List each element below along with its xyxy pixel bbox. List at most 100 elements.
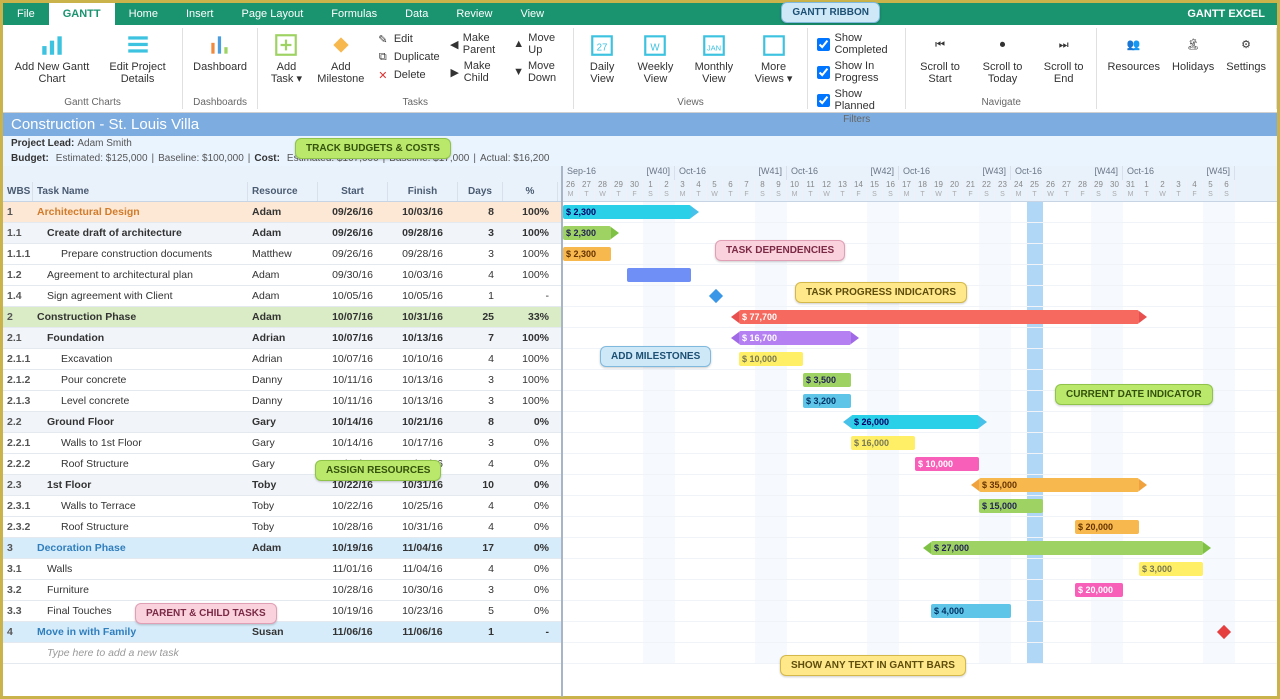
task-row[interactable]: 1Architectural DesignAdam09/26/1610/03/1… — [3, 202, 561, 223]
settings-button[interactable]: ⚙Settings — [1222, 29, 1270, 96]
tab-home[interactable]: Home — [115, 3, 172, 25]
show-completed-checkbox[interactable]: Show Completed — [814, 31, 898, 57]
dashboard-button[interactable]: Dashboard — [189, 29, 251, 96]
milestone-marker[interactable] — [1217, 625, 1231, 639]
task-row[interactable]: 1.2Agreement to architectural planAdam09… — [3, 265, 561, 286]
holidays-button[interactable]: 🏝Holidays — [1168, 29, 1218, 96]
more-views-button[interactable]: More Views ▾ — [746, 29, 802, 96]
task-row[interactable]: 2.2.1Walls to 1st FloorGary10/14/1610/17… — [3, 433, 561, 454]
gantt-bar[interactable] — [627, 268, 691, 282]
gantt-bar[interactable]: $ 16,700 — [739, 331, 851, 345]
add-new-gantt-chart-button[interactable]: Add New Gantt Chart — [9, 29, 95, 96]
callout-deps: TASK DEPENDENCIES — [715, 240, 845, 261]
task-row[interactable]: 2Construction PhaseAdam10/07/1610/31/162… — [3, 307, 561, 328]
tab-file[interactable]: File — [3, 3, 49, 25]
resources-button[interactable]: 👥Resources — [1103, 29, 1164, 96]
outdent-icon: ◀ — [450, 37, 459, 51]
make-parent-button[interactable]: ◀Make Parent — [447, 31, 506, 57]
group-navigate: ⏮Scroll to Start ⏺Scroll to Today ⏭Scrol… — [906, 28, 1098, 109]
today-icon: ⏺ — [987, 31, 1019, 59]
move-up-button[interactable]: ▲Move Up — [510, 31, 566, 57]
brand-label: GANTT EXCEL — [1175, 8, 1277, 20]
task-row[interactable]: 2.3.2Roof StructureToby10/28/1610/31/164… — [3, 517, 561, 538]
task-row[interactable]: 1.1Create draft of architectureAdam09/26… — [3, 223, 561, 244]
edit-project-details-button[interactable]: Edit Project Details — [99, 29, 176, 96]
gantt-bar[interactable]: $ 20,000 — [1075, 583, 1123, 597]
milestone-marker[interactable] — [709, 289, 723, 303]
duplicate-button[interactable]: ⧉Duplicate — [373, 49, 443, 65]
tab-view[interactable]: View — [506, 3, 558, 25]
add-milestone-button[interactable]: Add Milestone — [313, 29, 369, 96]
task-grid[interactable]: WBS Task Name Resource Start Finish Days… — [3, 166, 563, 697]
people-icon: 👥 — [1118, 31, 1150, 59]
tab-pagelayout[interactable]: Page Layout — [227, 3, 317, 25]
gantt-bar[interactable]: $ 27,000 — [931, 541, 1203, 555]
gantt-bar[interactable]: $ 77,700 — [739, 310, 1139, 324]
scroll-to-start-button[interactable]: ⏮Scroll to Start — [912, 29, 968, 96]
calendar-week-icon: W — [639, 31, 671, 59]
task-row[interactable]: 3.1Walls11/01/1611/04/1640% — [3, 559, 561, 580]
gear-icon: ⚙ — [1230, 31, 1262, 59]
gantt-bar[interactable]: $ 16,000 — [851, 436, 915, 450]
gantt-bar[interactable]: $ 3,200 — [803, 394, 851, 408]
monthly-view-button[interactable]: JANMonthly View — [686, 29, 741, 96]
daily-view-button[interactable]: 27Daily View — [580, 29, 625, 96]
svg-text:JAN: JAN — [707, 43, 721, 52]
task-row[interactable]: 4Move in with FamilySusan11/06/1611/06/1… — [3, 622, 561, 643]
gantt-bar[interactable]: $ 35,000 — [979, 478, 1139, 492]
gantt-bar[interactable]: $ 15,000 — [979, 499, 1043, 513]
gantt-bar[interactable]: $ 26,000 — [851, 415, 979, 429]
task-row[interactable]: 2.2.2Roof StructureGary10/18/1610/21/164… — [3, 454, 561, 475]
gantt-bar[interactable]: $ 2,300 — [563, 247, 611, 261]
task-row[interactable]: 3Decoration PhaseAdam10/19/1611/04/16170… — [3, 538, 561, 559]
gantt-bar[interactable]: $ 2,300 — [563, 205, 691, 219]
show-in-progress-checkbox[interactable]: Show In Progress — [814, 59, 898, 85]
gantt-bar[interactable]: $ 10,000 — [739, 352, 803, 366]
move-down-button[interactable]: ▼Move Down — [510, 59, 566, 85]
ribbon: Add New Gantt Chart Edit Project Details… — [3, 25, 1277, 113]
gantt-bar[interactable]: $ 10,000 — [915, 457, 979, 471]
grid-header: WBS Task Name Resource Start Finish Days… — [3, 166, 561, 202]
calendar-month-icon: JAN — [698, 31, 730, 59]
task-row[interactable]: 2.1FoundationAdrian10/07/1610/13/167100% — [3, 328, 561, 349]
delete-button[interactable]: ✕Delete — [373, 67, 443, 83]
add-task-button[interactable]: Add Task ▾ — [264, 29, 309, 96]
task-row[interactable]: 1.1.1Prepare construction documentsMatth… — [3, 244, 561, 265]
callout-parent: PARENT & CHILD TASKS — [135, 603, 277, 624]
task-row[interactable]: 2.3.1Walls to TerraceToby10/22/1610/25/1… — [3, 496, 561, 517]
task-row[interactable]: 2.1.3Level concreteDanny10/11/1610/13/16… — [3, 391, 561, 412]
gantt-bar[interactable]: $ 3,000 — [1139, 562, 1203, 576]
gantt-bar[interactable]: $ 2,300 — [563, 226, 611, 240]
task-row[interactable]: 2.31st FloorToby10/22/1610/31/16100% — [3, 475, 561, 496]
callout-resources: ASSIGN RESOURCES — [315, 460, 441, 481]
rewind-icon: ⏮ — [924, 31, 956, 59]
task-row[interactable]: 2.1.1ExcavationAdrian10/07/1610/10/16410… — [3, 349, 561, 370]
svg-text:27: 27 — [597, 42, 608, 53]
gantt-bar[interactable]: $ 4,000 — [931, 604, 1011, 618]
tab-insert[interactable]: Insert — [172, 3, 228, 25]
task-row[interactable]: 1.4Sign agreement with ClientAdam10/05/1… — [3, 286, 561, 307]
diamond-icon — [325, 31, 357, 59]
group-tasks: Add Task ▾ Add Milestone ✎Edit ⧉Duplicat… — [258, 28, 574, 109]
task-row[interactable]: 3.3Final TouchesSara10/19/1610/23/1650% — [3, 601, 561, 622]
timeline-header: Sep-16[W40]Oct-16[W41]Oct-16[W42]Oct-16[… — [563, 166, 1277, 202]
tab-formulas[interactable]: Formulas — [317, 3, 391, 25]
task-row[interactable]: 3.2Furniture10/28/1610/30/1630% — [3, 580, 561, 601]
edit-button[interactable]: ✎Edit — [373, 31, 443, 47]
task-row[interactable]: 2.1.2Pour concreteDanny10/11/1610/13/163… — [3, 370, 561, 391]
tab-data[interactable]: Data — [391, 3, 442, 25]
gantt-bar[interactable]: $ 3,500 — [803, 373, 851, 387]
gantt-bar[interactable]: $ 20,000 — [1075, 520, 1139, 534]
scroll-to-today-button[interactable]: ⏺Scroll to Today — [972, 29, 1033, 96]
tab-gantt[interactable]: GANTT — [49, 3, 115, 25]
make-child-button[interactable]: ▶Make Child — [447, 59, 506, 85]
group-gantt-charts: Add New Gantt Chart Edit Project Details… — [3, 28, 183, 109]
scroll-to-end-button[interactable]: ⏭Scroll to End — [1037, 29, 1091, 96]
gantt-timeline[interactable]: Sep-16[W40]Oct-16[W41]Oct-16[W42]Oct-16[… — [563, 166, 1277, 697]
task-row[interactable]: 2.2Ground FloorGary10/14/1610/21/1680% — [3, 412, 561, 433]
task-row[interactable]: Type here to add a new task — [3, 643, 561, 664]
pencil-icon: ✎ — [376, 32, 390, 46]
weekly-view-button[interactable]: WWeekly View — [629, 29, 682, 96]
tab-review[interactable]: Review — [442, 3, 506, 25]
show-planned-checkbox[interactable]: Show Planned — [814, 87, 898, 113]
